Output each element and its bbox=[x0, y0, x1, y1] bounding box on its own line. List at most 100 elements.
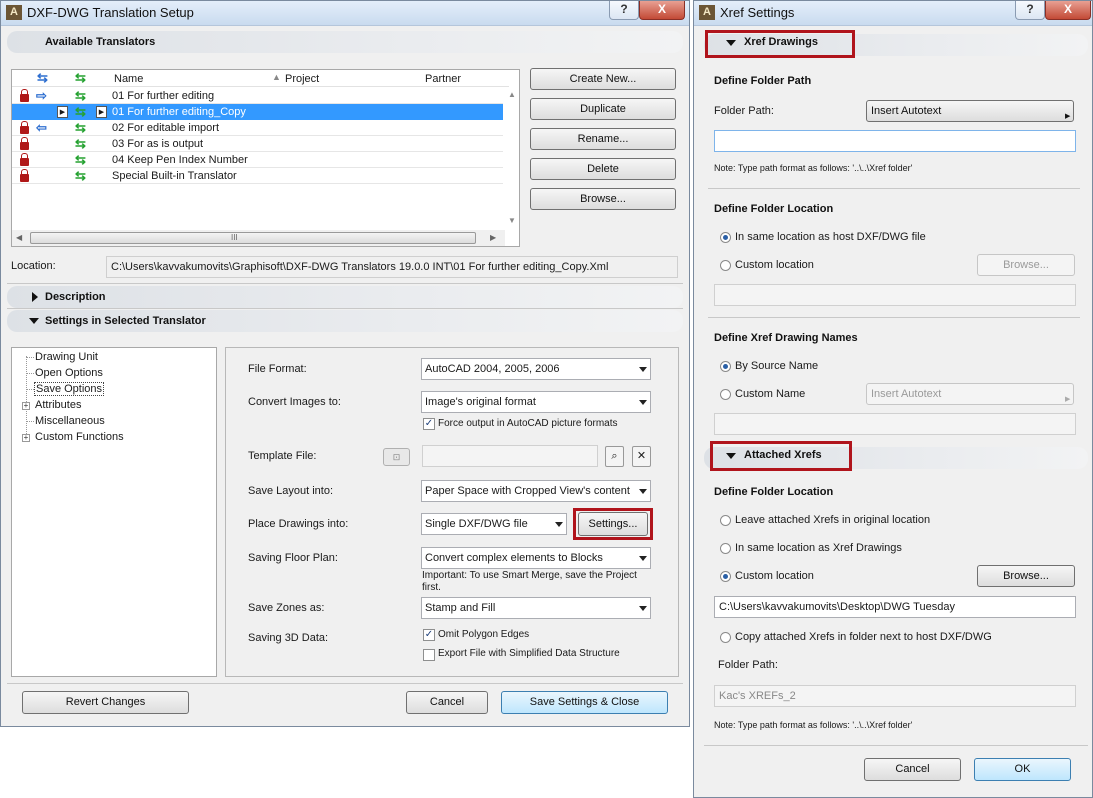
tree-item-open-options[interactable]: Open Options bbox=[35, 367, 103, 379]
clear-template-icon[interactable]: ✕ bbox=[632, 446, 651, 467]
same-as-xref-label[interactable]: In same location as Xref Drawings bbox=[735, 542, 902, 554]
convert-images-dropdown[interactable]: Image's original format bbox=[421, 391, 651, 413]
tree-item-save-options[interactable]: Save Options bbox=[34, 382, 105, 396]
zones-value: Stamp and Fill bbox=[425, 602, 496, 614]
custom-path-field[interactable]: C:\Users\kavvakumovits\Desktop\DWG Tuesd… bbox=[714, 596, 1076, 618]
leave-original-radio[interactable] bbox=[720, 515, 731, 526]
options-tree[interactable]: Drawing Unit Open Options Save Options +… bbox=[11, 347, 217, 677]
custom-location-label[interactable]: Custom location bbox=[735, 259, 814, 271]
same-as-host-radio[interactable] bbox=[720, 232, 731, 243]
column-partner[interactable]: Partner bbox=[425, 73, 461, 85]
scroll-left-icon[interactable]: ◀ bbox=[16, 233, 22, 242]
by-source-name-radio[interactable] bbox=[720, 361, 731, 372]
delete-button[interactable]: Delete bbox=[530, 158, 676, 180]
expand-arrow-icon[interactable] bbox=[32, 292, 38, 302]
close-window-button[interactable]: X bbox=[639, 1, 685, 20]
template-folder-icon[interactable]: ⊡ bbox=[383, 448, 410, 466]
tree-item-attributes[interactable]: Attributes bbox=[35, 399, 81, 411]
floor-plan-note: Important: To use Smart Merge, save the … bbox=[422, 570, 637, 593]
translator-name: 03 For as is output bbox=[112, 138, 204, 150]
translator-row-selected[interactable]: ▶ ⇆ ▶ 01 For further editing_Copy bbox=[12, 104, 503, 120]
settings-title[interactable]: Settings in Selected Translator bbox=[45, 315, 206, 327]
close-window-button[interactable]: X bbox=[1045, 1, 1091, 20]
expand-plus-icon[interactable]: + bbox=[22, 434, 30, 442]
attached-folder-location-title: Define Folder Location bbox=[714, 486, 834, 498]
custom-location-2-label[interactable]: Custom location bbox=[735, 570, 814, 582]
partner-direction-icon: ⇆ bbox=[75, 168, 86, 183]
file-format-value: AutoCAD 2004, 2005, 2006 bbox=[425, 363, 560, 375]
custom-name-field bbox=[714, 413, 1076, 435]
template-file-field bbox=[422, 445, 598, 467]
vertical-scrollbar[interactable]: ▲ ▼ bbox=[505, 88, 519, 230]
cancel-button[interactable]: Cancel bbox=[406, 691, 488, 714]
custom-location-2-radio[interactable] bbox=[720, 571, 731, 582]
scroll-thumb[interactable]: III bbox=[30, 232, 476, 244]
tree-item-miscellaneous[interactable]: Miscellaneous bbox=[35, 415, 105, 427]
xref-settings-window: A Xref Settings ? X Xref Drawings Define… bbox=[693, 0, 1093, 798]
translator-row[interactable]: ⇆ 04 Keep Pen Index Number bbox=[12, 152, 503, 168]
by-source-name-label[interactable]: By Source Name bbox=[735, 360, 818, 372]
translator-row[interactable]: ⇦ ⇆ 02 For editable import bbox=[12, 120, 503, 136]
folder-path-input[interactable] bbox=[714, 130, 1076, 152]
chevron-right-icon: ▶ bbox=[1065, 396, 1071, 403]
place-drawings-value: Single DXF/DWG file bbox=[425, 518, 528, 530]
revert-changes-button[interactable]: Revert Changes bbox=[22, 691, 189, 714]
create-new-button[interactable]: Create New... bbox=[530, 68, 676, 90]
scroll-up-icon[interactable]: ▲ bbox=[508, 90, 516, 99]
translator-name: 04 Keep Pen Index Number bbox=[112, 154, 248, 166]
project-direction-icon: ⇦ bbox=[36, 120, 47, 135]
browse-template-icon[interactable]: ⌕ bbox=[605, 446, 624, 467]
tree-item-custom-functions[interactable]: Custom Functions bbox=[35, 431, 124, 443]
browse-attached-button[interactable]: Browse... bbox=[977, 565, 1075, 587]
custom-location-radio[interactable] bbox=[720, 260, 731, 271]
horizontal-scrollbar[interactable]: ◀ III ▶ bbox=[12, 230, 505, 246]
column-project[interactable]: Project bbox=[285, 73, 319, 85]
description-title[interactable]: Description bbox=[45, 291, 106, 303]
floor-plan-dropdown[interactable]: Convert complex elements to Blocks bbox=[421, 547, 651, 569]
title-bar[interactable]: A DXF-DWG Translation Setup ? X bbox=[1, 1, 689, 26]
translator-row[interactable]: ⇨ ⇆ 01 For further editing bbox=[12, 88, 503, 104]
save-layout-dropdown[interactable]: Paper Space with Cropped View's content bbox=[421, 480, 651, 502]
title-bar[interactable]: A Xref Settings ? X bbox=[694, 1, 1092, 26]
rename-button[interactable]: Rename... bbox=[530, 128, 676, 150]
save-layout-value: Paper Space with Cropped View's content bbox=[425, 485, 630, 497]
settings-highlight-frame bbox=[573, 508, 653, 540]
leave-original-label[interactable]: Leave attached Xrefs in original locatio… bbox=[735, 514, 930, 526]
same-as-xref-radio[interactable] bbox=[720, 543, 731, 554]
file-format-dropdown[interactable]: AutoCAD 2004, 2005, 2006 bbox=[421, 358, 651, 380]
save-settings-close-button[interactable]: Save Settings & Close bbox=[501, 691, 668, 714]
export-simplified-checkbox[interactable] bbox=[423, 649, 435, 661]
expand-plus-icon[interactable]: + bbox=[22, 402, 30, 410]
copy-next-to-host-radio[interactable] bbox=[720, 632, 731, 643]
insert-autotext-button[interactable]: Insert Autotext ▶ bbox=[866, 100, 1074, 122]
chevron-down-icon bbox=[639, 606, 647, 611]
browse-button[interactable]: Browse... bbox=[530, 188, 676, 210]
place-drawings-dropdown[interactable]: Single DXF/DWG file bbox=[421, 513, 567, 535]
file-format-label: File Format: bbox=[248, 363, 307, 375]
custom-location-field bbox=[714, 284, 1076, 306]
folder-path-2-field: Kac's XREFs_2 bbox=[714, 685, 1076, 707]
translator-row[interactable]: ⇆ Special Built-in Translator bbox=[12, 168, 503, 184]
scroll-down-icon[interactable]: ▼ bbox=[508, 216, 516, 225]
collapse-arrow-icon[interactable] bbox=[29, 318, 39, 324]
same-as-host-label[interactable]: In same location as host DXF/DWG file bbox=[735, 231, 926, 243]
custom-name-radio[interactable] bbox=[720, 389, 731, 400]
cancel-button[interactable]: Cancel bbox=[864, 758, 961, 781]
copy-next-to-host-label[interactable]: Copy attached Xrefs in folder next to ho… bbox=[735, 631, 992, 643]
translator-row[interactable]: ⇆ 03 For as is output bbox=[12, 136, 503, 152]
help-button[interactable]: ? bbox=[1015, 1, 1045, 20]
zones-dropdown[interactable]: Stamp and Fill bbox=[421, 597, 651, 619]
tree-item-drawing-unit[interactable]: Drawing Unit bbox=[35, 351, 98, 363]
duplicate-button[interactable]: Duplicate bbox=[530, 98, 676, 120]
scroll-right-icon[interactable]: ▶ bbox=[490, 233, 496, 242]
column-name[interactable]: Name bbox=[114, 73, 143, 85]
ok-button[interactable]: OK bbox=[974, 758, 1071, 781]
translator-list[interactable]: ⇆ ⇆ Name ▲ Project Partner ⇨ ⇆ 01 For fu… bbox=[11, 69, 520, 247]
force-output-checkbox[interactable]: ✓ bbox=[423, 418, 435, 430]
help-button[interactable]: ? bbox=[609, 1, 639, 20]
custom-name-label[interactable]: Custom Name bbox=[735, 388, 805, 400]
description-header[interactable] bbox=[7, 286, 683, 308]
partner-popup-arrow-icon[interactable]: ▶ bbox=[96, 106, 107, 118]
omit-edges-checkbox[interactable]: ✓ bbox=[423, 629, 435, 641]
project-popup-arrow-icon[interactable]: ▶ bbox=[57, 106, 68, 118]
